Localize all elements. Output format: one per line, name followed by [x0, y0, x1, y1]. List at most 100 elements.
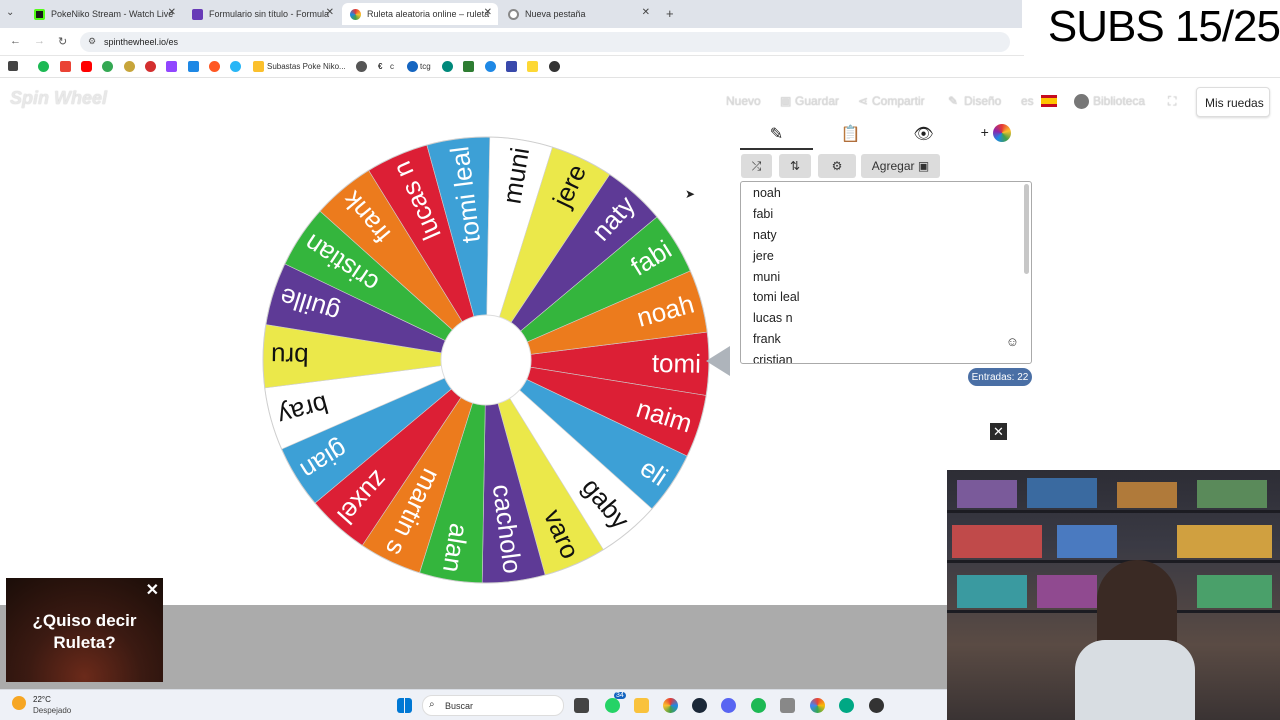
gmail-icon[interactable]: [60, 61, 71, 72]
ad-text: ¿Quiso decir Ruleta?: [32, 611, 137, 652]
sheets-icon[interactable]: [463, 61, 474, 72]
taskbar-search-input[interactable]: ⌕ Buscar: [422, 695, 564, 716]
bookmark-icon[interactable]: [442, 61, 453, 72]
list-item: cristian: [753, 353, 793, 364]
fullscreen-icon[interactable]: ⛶: [1168, 94, 1176, 109]
tab-nueva[interactable]: Nueva pestaña ✕: [500, 3, 656, 25]
subs-counter-overlay: SUBS 15/25: [1022, 0, 1280, 56]
bookmarks-bar: Subastas Poke Niko... € c tcg: [0, 56, 1280, 78]
bookmark-icon[interactable]: [230, 61, 241, 72]
bookmark-icon[interactable]: [485, 61, 496, 72]
tab-formulario[interactable]: Formulario sin título - Formula ✕: [184, 3, 340, 25]
tab-hidden[interactable]: 👁: [887, 124, 960, 150]
entries-count-badge: Entradas: 22: [968, 368, 1032, 386]
bookmark-icon[interactable]: [527, 61, 538, 72]
bookmark-icon[interactable]: [209, 61, 220, 72]
close-icon[interactable]: ✕: [990, 423, 1007, 440]
tab-pokeniko[interactable]: PokeNiko Stream - Watch Live ✕: [26, 3, 182, 25]
bookmark-subastas[interactable]: Subastas Poke Niko...: [267, 62, 346, 71]
agregar-label: Agregar: [871, 159, 915, 173]
product-box: [1177, 525, 1272, 558]
bookmark-icon[interactable]: [188, 61, 199, 72]
bookmark-icon[interactable]: [549, 61, 560, 72]
bookmark-icon[interactable]: [356, 61, 367, 72]
spain-flag-icon[interactable]: [1041, 95, 1057, 107]
settings-button[interactable]: ⚙: [818, 154, 856, 178]
app-icon[interactable]: [839, 698, 854, 713]
nuevo-button[interactable]: Nuevo: [726, 94, 761, 108]
bookmark-icon[interactable]: [145, 61, 156, 72]
twitch-icon[interactable]: [166, 61, 177, 72]
reload-icon[interactable]: ↻: [58, 35, 67, 48]
color-wheel-icon: [993, 124, 1012, 142]
weather-status: Despejado: [33, 706, 72, 715]
copilot-icon[interactable]: [663, 698, 678, 713]
bookmark-icon[interactable]: [407, 61, 418, 72]
tab-list-icon[interactable]: ⌄: [6, 7, 14, 18]
clipboard-icon: 📋: [840, 126, 861, 143]
search-placeholder: Buscar: [445, 701, 474, 711]
url-input[interactable]: ⚙ spinthewheel.io/es: [80, 32, 1010, 52]
mis-ruedas-button[interactable]: Mis ruedas: [1196, 87, 1270, 117]
discord-icon[interactable]: [721, 698, 736, 713]
guardar-button[interactable]: Guardar: [795, 94, 839, 108]
roulette-ad[interactable]: ¿Quiso decir Ruleta? ✕: [6, 578, 163, 682]
tab-add-wheel[interactable]: +: [960, 124, 1032, 150]
list-item: lucas n: [753, 311, 793, 325]
spotify-icon[interactable]: [38, 61, 49, 72]
maps-icon[interactable]: [102, 61, 113, 72]
close-tab-icon[interactable]: ✕: [168, 7, 176, 18]
back-icon[interactable]: ←: [10, 35, 21, 47]
close-ad-icon[interactable]: ✕: [146, 580, 159, 602]
close-tab-icon[interactable]: ✕: [642, 7, 650, 18]
bookmark-tcg[interactable]: tcg: [420, 62, 431, 71]
biblioteca-button[interactable]: Biblioteca: [1093, 94, 1145, 108]
product-box: [957, 575, 1027, 608]
bookmark-c[interactable]: c: [390, 62, 394, 71]
spin-wheel[interactable]: tominaimeligabyvarocacholoalanmartin szu…: [256, 130, 716, 590]
emoji-icon[interactable]: ☺: [1006, 334, 1019, 349]
wheel-center-hub[interactable]: [440, 314, 532, 406]
language-button[interactable]: es: [1021, 94, 1034, 108]
drive-icon[interactable]: [253, 61, 264, 72]
chrome-icon[interactable]: [810, 698, 825, 713]
bookmark-icon[interactable]: [124, 61, 135, 72]
tab-edit-entries[interactable]: ✎: [740, 124, 813, 150]
agregar-image-button[interactable]: Agregar ▣: [861, 154, 940, 178]
task-view-icon[interactable]: [574, 698, 589, 713]
file-explorer-icon[interactable]: [634, 698, 649, 713]
bookmark-icon[interactable]: [506, 61, 517, 72]
plus-icon: +: [980, 124, 989, 141]
close-tab-icon[interactable]: ✕: [326, 7, 334, 18]
entries-textarea[interactable]: noah fabi naty jere muni tomi leal lucas…: [740, 181, 1032, 364]
diseno-button[interactable]: Diseño: [964, 94, 1001, 108]
youtube-icon[interactable]: [81, 61, 92, 72]
eye-off-icon: 👁: [913, 126, 934, 143]
app-icon[interactable]: [869, 698, 884, 713]
close-tab-icon[interactable]: ✕: [484, 7, 492, 18]
whatsapp-icon[interactable]: [605, 698, 620, 713]
person-shirt: [1075, 640, 1195, 720]
spin-wheel-logo[interactable]: Spin Wheel: [10, 88, 107, 109]
temperature: 22°C: [33, 695, 51, 704]
chrome-icon: [508, 8, 519, 20]
tab-ruleta[interactable]: Ruleta aleatoria online – ruleta ✕: [342, 3, 498, 25]
sort-button[interactable]: ⇅: [779, 154, 811, 178]
spotify-icon[interactable]: [751, 698, 766, 713]
wheel-favicon-icon: [350, 8, 361, 20]
windows-start-icon[interactable]: [397, 698, 412, 713]
scrollbar[interactable]: [1024, 184, 1029, 274]
tab-results[interactable]: 📋: [814, 124, 887, 150]
compartir-button[interactable]: Compartir: [872, 94, 925, 108]
steam-icon[interactable]: [692, 698, 707, 713]
site-info-icon[interactable]: ⚙: [88, 36, 96, 47]
apps-grid-icon[interactable]: [8, 61, 18, 71]
weather-icon: [12, 696, 26, 710]
forward-icon[interactable]: →: [34, 35, 45, 47]
tab-label: Formulario sin título - Formula: [209, 9, 330, 19]
new-tab-icon[interactable]: +: [666, 6, 674, 21]
shuffle-button[interactable]: ⤮: [741, 154, 772, 178]
gear-icon: ⚙: [831, 159, 843, 173]
tab-label: Nueva pestaña: [525, 9, 586, 19]
calculator-icon[interactable]: [780, 698, 795, 713]
